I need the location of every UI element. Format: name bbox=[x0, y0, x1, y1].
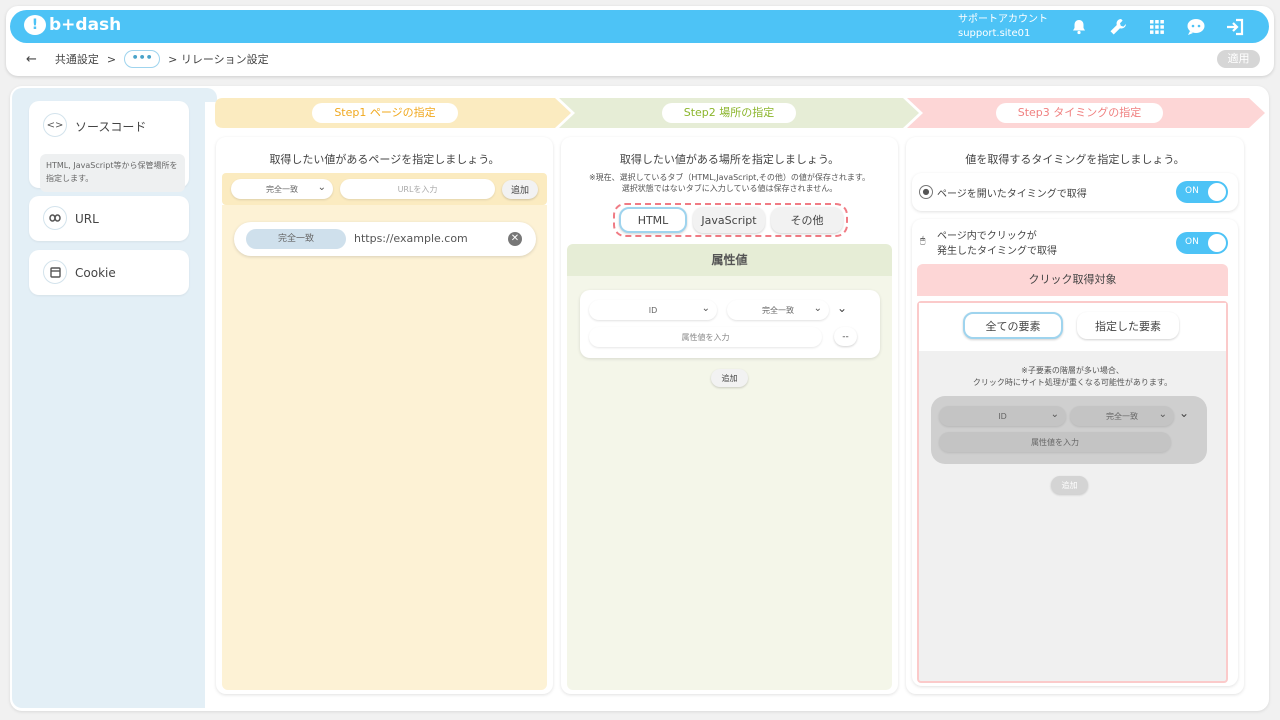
tab-html[interactable]: HTML bbox=[619, 207, 687, 233]
eye-icon: ● bbox=[919, 185, 933, 199]
step1-match-select[interactable]: 完全一致 ⌄ bbox=[231, 179, 333, 199]
select-value: ID bbox=[998, 411, 1007, 421]
toggle-knob bbox=[1208, 234, 1226, 252]
step1-panel: 取得したい値があるページを指定しましょう。 完全一致 ⌄ URLを入力 追加 完… bbox=[216, 137, 553, 694]
timing-open-toggle[interactable]: ON bbox=[1176, 181, 1228, 203]
step2-label: Step2 場所の指定 bbox=[661, 103, 797, 123]
timing-click-label: ページ内でクリックが 発生したタイミングで取得 bbox=[937, 229, 1057, 259]
apply-button[interactable]: 適用 bbox=[1217, 50, 1260, 68]
step1-label: Step1 ページの指定 bbox=[312, 103, 458, 123]
click-target-body: 全ての要素 指定した要素 ※子要素の階層が多い場合、 クリック時にサイト処理が重… bbox=[917, 301, 1228, 683]
link-icon bbox=[43, 206, 67, 230]
entry-match-badge[interactable]: 完全一致 bbox=[246, 229, 346, 249]
note-line: ※子要素の階層が多い場合、 bbox=[1021, 366, 1124, 375]
breadcrumb: ← 共通設定 > ••• > リレーション設定 bbox=[26, 50, 269, 68]
label-line: ページ内でクリックが bbox=[937, 231, 1037, 242]
attr-section-title: 属性値 bbox=[567, 244, 892, 276]
back-arrow-icon[interactable]: ← bbox=[26, 52, 37, 67]
account-info[interactable]: サポートアカウント support.site01 bbox=[958, 13, 1048, 41]
logo-bubble-icon: ! bbox=[24, 15, 46, 35]
step2-note: ※現在、選択しているタブ（HTML,JavaScript,その他）の値が保存され… bbox=[561, 172, 898, 194]
logo-text: b+dash bbox=[49, 15, 122, 35]
all-elements-button[interactable]: 全ての要素 bbox=[963, 312, 1063, 339]
mouse-icon: 🖱 bbox=[920, 236, 926, 246]
specified-elements-button[interactable]: 指定した要素 bbox=[1077, 312, 1179, 339]
logo[interactable]: ! b+dash bbox=[24, 15, 121, 35]
wrench-icon[interactable] bbox=[1107, 16, 1129, 38]
sidebar-item-label: URL bbox=[75, 212, 99, 226]
note-line: ※現在、選択しているタブ（HTML,JavaScript,その他）の値が保存され… bbox=[588, 173, 871, 182]
breadcrumb-separator: > bbox=[106, 52, 117, 66]
chevron-down-icon: ⌄ bbox=[813, 303, 822, 314]
step3-label: Step3 タイミングの指定 bbox=[995, 103, 1164, 123]
select-value: 完全一致 bbox=[1106, 411, 1138, 421]
note-line: クリック時にサイト処理が重くなる可能性があります。 bbox=[972, 378, 1173, 387]
click-target-title: クリック取得対象 bbox=[917, 264, 1228, 296]
sidebar-item-source-code[interactable]: <> ソースコード HTML, JavaScript等から保管場所を指定します。 bbox=[29, 101, 189, 192]
timing-open-label: ページを開いたタイミングで取得 bbox=[937, 189, 1087, 200]
remove-icon[interactable]: ✕ bbox=[508, 232, 522, 246]
select-value: 完全一致 bbox=[266, 184, 298, 194]
code-icon: <> bbox=[43, 113, 67, 137]
chevron-down-icon: ⌄ bbox=[1050, 409, 1059, 420]
step2-heading: 取得したい値がある場所を指定しましょう。 bbox=[619, 153, 840, 166]
entry-url: https://example.com bbox=[354, 232, 468, 245]
toggle-label: ON bbox=[1185, 237, 1199, 247]
logout-icon[interactable] bbox=[1224, 16, 1246, 38]
step3-heading: 値を取得するタイミングを指定しましょう。 bbox=[965, 153, 1185, 166]
attr-match-select[interactable]: 完全一致 ⌄ bbox=[727, 300, 829, 320]
label-line: 発生したタイミングで取得 bbox=[937, 246, 1057, 257]
timing-open-card: ● ページを開いたタイミングで取得 ON bbox=[912, 173, 1238, 211]
account-id: support.site01 bbox=[958, 28, 1031, 39]
support-icon[interactable] bbox=[1185, 16, 1207, 38]
click-target-note: ※子要素の階層が多い場合、 クリック時にサイト処理が重くなる可能性があります。 bbox=[919, 365, 1226, 389]
step2-add-button[interactable]: 追加 bbox=[711, 369, 748, 387]
click-match-select[interactable]: 完全一致 ⌄ bbox=[1070, 406, 1174, 426]
tab-other[interactable]: その他 bbox=[771, 207, 843, 233]
step2-panel: 取得したい値がある場所を指定しましょう。 ※現在、選択しているタブ（HTML,J… bbox=[561, 137, 898, 694]
account-label: サポートアカウント bbox=[958, 14, 1048, 25]
step1-url-input[interactable]: URLを入力 bbox=[340, 179, 495, 199]
chevron-down-icon: ⌄ bbox=[701, 303, 710, 314]
step1-header: Step1 ページの指定 bbox=[215, 99, 555, 127]
select-value: ID bbox=[648, 305, 658, 315]
breadcrumb-more-button[interactable]: ••• bbox=[124, 50, 161, 68]
expand-chevron-icon[interactable]: ⌄ bbox=[837, 301, 847, 315]
breadcrumb-root[interactable]: 共通設定 bbox=[55, 51, 99, 67]
attr-type-select[interactable]: ID ⌄ bbox=[589, 300, 717, 320]
timing-click-card: 🖱 ページ内でクリックが 発生したタイミングで取得 ON クリック取得対象 全て… bbox=[912, 219, 1238, 686]
expand-chevron-icon[interactable]: ⌄ bbox=[1179, 406, 1189, 420]
click-attr-input[interactable]: 属性値を入力 bbox=[939, 432, 1171, 452]
app-header: ! b+dash サポートアカウント support.site01 bbox=[10, 10, 1269, 43]
timing-click-toggle[interactable]: ON bbox=[1176, 232, 1228, 254]
tab-javascript[interactable]: JavaScript bbox=[693, 207, 765, 233]
step2-header: Step2 場所の指定 bbox=[559, 99, 899, 127]
breadcrumb-current: > リレーション設定 bbox=[168, 53, 269, 66]
click-attr-select[interactable]: ID ⌄ bbox=[939, 406, 1066, 426]
step1-heading: 取得したい値があるページを指定しましょう。 bbox=[269, 153, 500, 166]
grid-icon[interactable] bbox=[1146, 16, 1168, 38]
sidebar-item-description: HTML, JavaScript等から保管場所を指定します。 bbox=[40, 154, 185, 192]
sidebar-item-label: ソースコード bbox=[75, 120, 147, 134]
note-line: 選択状態ではないタブに入力している値は保存されません。 bbox=[621, 184, 838, 193]
bell-icon[interactable] bbox=[1068, 16, 1090, 38]
toggle-knob bbox=[1208, 183, 1226, 201]
step1-add-button[interactable]: 追加 bbox=[502, 180, 538, 199]
select-value: 完全一致 bbox=[762, 305, 794, 315]
chevron-down-icon: ⌄ bbox=[317, 182, 326, 193]
remove-condition-icon[interactable]: -‐ bbox=[834, 327, 857, 346]
sidebar-item-url[interactable]: URL bbox=[29, 196, 189, 241]
cookie-icon bbox=[43, 260, 67, 284]
sidebar-item-label: Cookie bbox=[75, 266, 116, 280]
toggle-label: ON bbox=[1185, 186, 1199, 196]
chevron-down-icon: ⌄ bbox=[1158, 409, 1167, 420]
attr-value-input[interactable]: 属性値を入力 bbox=[589, 327, 822, 347]
step3-add-button[interactable]: 追加 bbox=[1051, 476, 1088, 494]
sidebar-item-cookie[interactable]: Cookie bbox=[29, 250, 189, 295]
step1-list-area bbox=[222, 205, 547, 690]
step3-panel: 値を取得するタイミングを指定しましょう。 ● ページを開いたタイミングで取得 O… bbox=[906, 137, 1244, 694]
step3-header: Step3 タイミングの指定 bbox=[907, 99, 1252, 127]
step1-url-entry: 完全一致 https://example.com ✕ bbox=[234, 222, 536, 256]
